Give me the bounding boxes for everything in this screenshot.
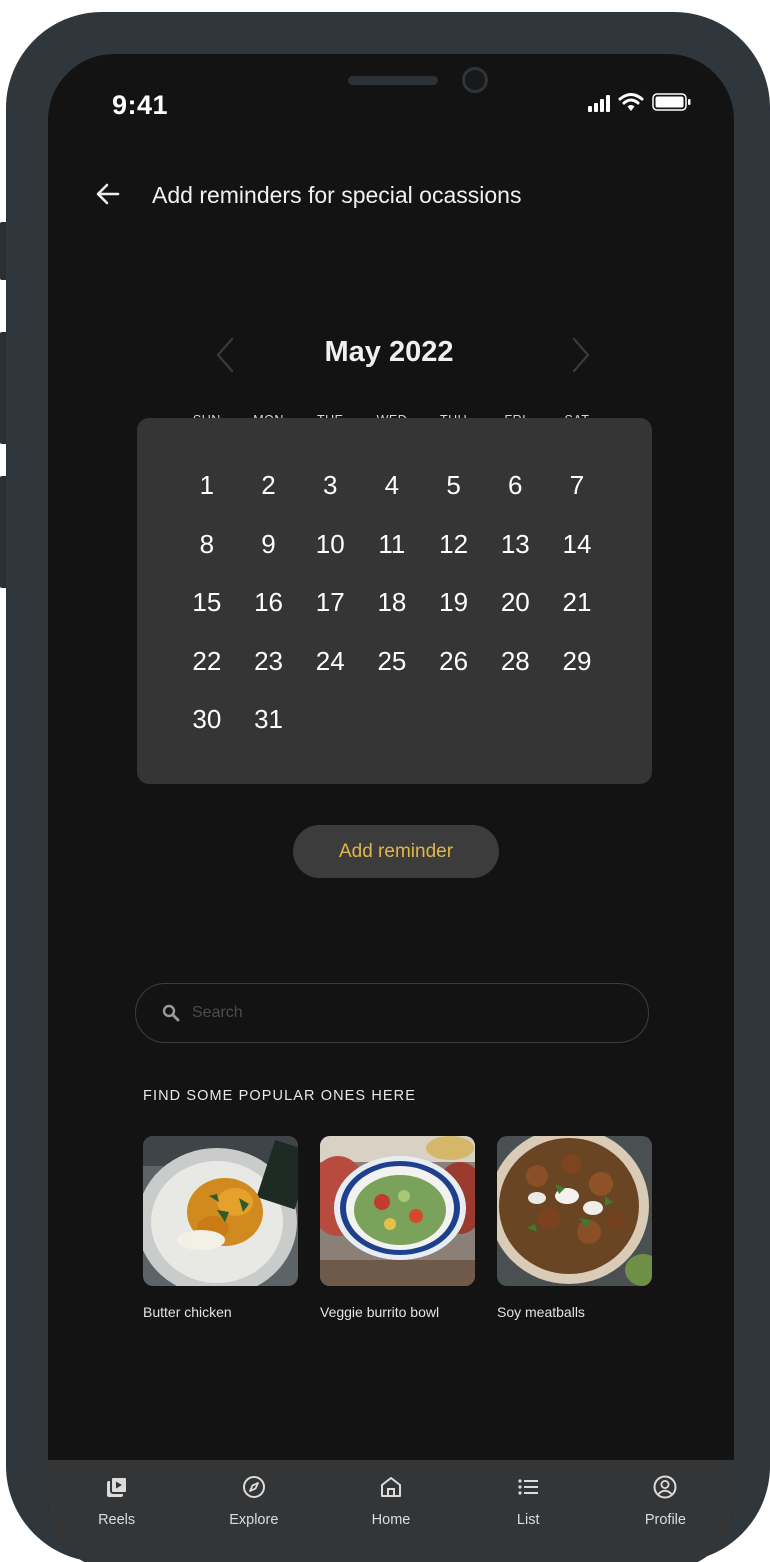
calendar-day[interactable]: 13 <box>484 519 546 578</box>
battery-icon <box>652 92 692 112</box>
signal-icon <box>588 94 610 112</box>
compass-icon <box>241 1474 267 1500</box>
nav-item-list[interactable]: List <box>460 1460 597 1562</box>
search-bar[interactable] <box>135 983 649 1043</box>
calendar-day[interactable]: 31 <box>238 694 300 753</box>
calendar-day[interactable]: 3 <box>299 460 361 519</box>
nav-item-profile[interactable]: Profile <box>597 1460 734 1562</box>
wifi-icon <box>618 92 644 112</box>
calendar-day[interactable]: 29 <box>546 636 608 695</box>
calendar-day[interactable]: 9 <box>238 519 300 578</box>
recipe-card-soy-meatballs[interactable]: Soy meatballs <box>497 1136 652 1320</box>
calendar-day[interactable]: 1 <box>176 460 238 519</box>
list-icon <box>515 1474 541 1500</box>
calendar-day[interactable]: 17 <box>299 577 361 636</box>
recipe-title: Veggie burrito bowl <box>320 1304 440 1320</box>
recipe-title: Soy meatballs <box>497 1304 585 1320</box>
calendar-day[interactable]: 22 <box>176 636 238 695</box>
speaker-grille <box>348 76 438 85</box>
calendar-day[interactable]: 23 <box>238 636 300 695</box>
calendar-day[interactable]: 15 <box>176 577 238 636</box>
popular-section-heading: FIND SOME POPULAR ONES HERE <box>143 1088 417 1104</box>
calendar-day[interactable]: 6 <box>484 460 546 519</box>
calendar-day[interactable]: 7 <box>546 460 608 519</box>
add-reminder-button[interactable]: Add reminder <box>293 825 499 878</box>
calendar-day[interactable]: 18 <box>361 577 423 636</box>
calendar-day[interactable]: 19 <box>423 577 485 636</box>
bottom-navigation: Reels Explore Home List Profile <box>48 1460 734 1562</box>
calendar-day[interactable]: 28 <box>484 636 546 695</box>
search-input[interactable] <box>192 998 612 1028</box>
calendar-day[interactable]: 20 <box>484 577 546 636</box>
calendar-day[interactable]: 24 <box>299 636 361 695</box>
nav-label: List <box>516 1512 540 1528</box>
calendar-day[interactable]: 26 <box>423 636 485 695</box>
nav-item-home[interactable]: Home <box>322 1460 459 1562</box>
status-icons <box>588 90 692 112</box>
page-title: Add reminders for special ocassions <box>152 182 522 208</box>
recipe-card-veggie-burrito-bowl[interactable]: Veggie burrito bowl <box>320 1136 475 1320</box>
nav-label: Profile <box>644 1512 686 1528</box>
back-arrow-icon[interactable] <box>94 180 122 208</box>
recipe-image-butter-chicken <box>143 1136 298 1286</box>
app-screen: 9:41 Add reminders for special ocassions… <box>48 54 734 1562</box>
reels-icon <box>104 1474 130 1500</box>
nav-label: Home <box>371 1512 411 1528</box>
search-icon <box>162 1004 180 1022</box>
calendar-day[interactable]: 4 <box>361 460 423 519</box>
calendar-days: 1 2 3 4 5 6 7 8 9 10 11 12 13 14 15 16 17 18 19 20 21 22 23 24 2… <box>176 460 608 753</box>
nav-item-explore[interactable]: Explore <box>185 1460 322 1562</box>
calendar-grid-card: 1 2 3 4 5 6 7 8 9 10 11 12 13 14 15 16 17 18 19 20 21 22 23 24 2… <box>137 418 652 784</box>
calendar-day[interactable]: 14 <box>546 519 608 578</box>
calendar-day[interactable]: 2 <box>238 460 300 519</box>
recipe-title: Butter chicken <box>143 1304 232 1320</box>
recipe-image-soy-meatballs <box>497 1136 652 1286</box>
calendar-day[interactable]: 12 <box>423 519 485 578</box>
calendar-day[interactable]: 11 <box>361 519 423 578</box>
home-icon <box>378 1474 404 1500</box>
calendar-day[interactable]: 10 <box>299 519 361 578</box>
front-camera <box>462 67 488 93</box>
status-time: 9:41 <box>112 90 169 120</box>
profile-icon <box>652 1474 678 1500</box>
calendar-day[interactable]: 25 <box>361 636 423 695</box>
calendar-day[interactable]: 16 <box>238 577 300 636</box>
calendar-day[interactable]: 21 <box>546 577 608 636</box>
calendar-day[interactable]: 5 <box>423 460 485 519</box>
calendar-day[interactable]: 8 <box>176 519 238 578</box>
nav-item-reels[interactable]: Reels <box>48 1460 185 1562</box>
nav-label: Reels <box>98 1512 136 1528</box>
recipe-image-veggie-burrito-bowl <box>320 1136 475 1286</box>
phone-frame: 9:41 Add reminders for special ocassions… <box>6 12 770 1562</box>
next-month-button[interactable] <box>566 335 596 375</box>
month-label: May 2022 <box>324 336 454 368</box>
calendar-day[interactable]: 30 <box>176 694 238 753</box>
nav-label: Explore <box>229 1512 279 1528</box>
recipe-card-butter-chicken[interactable]: Butter chicken <box>143 1136 298 1320</box>
